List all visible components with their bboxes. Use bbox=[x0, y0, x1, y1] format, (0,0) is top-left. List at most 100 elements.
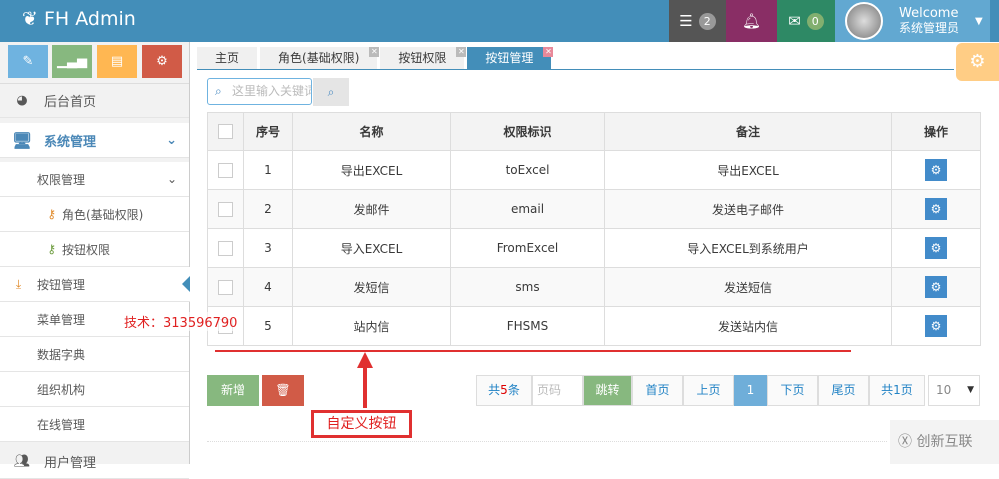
search-icon: ⌕ bbox=[215, 84, 222, 98]
cell-no: 5 bbox=[243, 306, 293, 346]
edit-gear-button[interactable]: ⚙ bbox=[925, 159, 947, 181]
cell-no: 2 bbox=[243, 189, 293, 229]
page-number-input[interactable]: 页码 bbox=[532, 375, 583, 406]
user-menu[interactable]: Welcome 系统管理员 ▼ bbox=[835, 0, 990, 42]
close-icon[interactable]: ✕ bbox=[369, 47, 380, 57]
cell-name: 导出EXCEL bbox=[292, 150, 451, 190]
edit-gear-button[interactable]: ⚙ bbox=[925, 237, 947, 259]
delete-button[interactable]: 🗑︎ bbox=[262, 375, 304, 406]
row-checkbox[interactable] bbox=[218, 240, 233, 256]
sidebar-item-button-permissions[interactable]: ⚷ 按钮权限 bbox=[0, 232, 189, 267]
cell-name: 发短信 bbox=[292, 267, 451, 307]
notifications-button[interactable]: 🔔︎ bbox=[726, 0, 777, 42]
tab-button-management[interactable]: 按钮管理 ✕ bbox=[467, 47, 554, 69]
cell-no: 4 bbox=[243, 267, 293, 307]
chevron-down-icon: ⌄ bbox=[166, 172, 177, 186]
shortcut-book-button[interactable]: ▤ bbox=[97, 45, 137, 78]
table-row: 3 导入EXCEL FromExcel 导入EXCEL到系统用户 ⚙ bbox=[207, 228, 981, 268]
divider bbox=[207, 441, 887, 442]
cell-name: 发邮件 bbox=[292, 189, 451, 229]
annotation-tech: 技术：313596790 bbox=[124, 312, 238, 331]
total-records: 共5条 bbox=[476, 375, 532, 406]
edit-gear-button[interactable]: ⚙ bbox=[925, 198, 947, 220]
shortcut-pencil-button[interactable]: ✎ bbox=[8, 45, 48, 78]
cell-code: toExcel bbox=[450, 150, 605, 190]
add-button[interactable]: 新增 bbox=[207, 375, 259, 406]
table-header: 序号 名称 权限标识 备注 操作 bbox=[207, 112, 981, 151]
cell-no: 1 bbox=[243, 150, 293, 190]
caret-down-icon: ▼ bbox=[975, 15, 983, 27]
gear-icon: ⚙ bbox=[969, 51, 986, 72]
buttons-table: 序号 名称 权限标识 备注 操作 1 导出EXCEL toExcel 导出EXC… bbox=[207, 112, 981, 346]
tab-divider bbox=[197, 69, 954, 70]
tab-button-permissions[interactable]: 按钮权限 ✕ bbox=[380, 47, 467, 69]
shortcut-signal-button[interactable]: ▁▃▅ bbox=[52, 45, 92, 78]
users-icon: 👥︎ bbox=[13, 453, 31, 469]
annotation-arrowhead bbox=[357, 352, 373, 368]
select-all-checkbox[interactable] bbox=[218, 124, 233, 139]
prev-page-button[interactable]: 上页 bbox=[683, 375, 734, 406]
first-page-button[interactable]: 首页 bbox=[632, 375, 683, 406]
key-icon: ⚷ bbox=[47, 242, 56, 256]
annotation-arrow bbox=[363, 366, 367, 408]
brand[interactable]: ❦ FH Admin bbox=[22, 8, 136, 30]
row-checkbox[interactable] bbox=[218, 279, 233, 295]
sidebar-item-button-management[interactable]: ⤓ 按钮管理 bbox=[0, 267, 190, 302]
cell-note: 发送短信 bbox=[604, 267, 892, 307]
avatar bbox=[845, 2, 883, 40]
caret-down-icon: ▼ bbox=[967, 385, 974, 395]
row-checkbox[interactable] bbox=[218, 201, 233, 217]
search-button[interactable]: ⌕ bbox=[313, 78, 349, 106]
sidebar-item-home[interactable]: ◕ 后台首页 bbox=[0, 83, 189, 118]
sidebar-item-permissions[interactable]: 权限管理 ⌄ bbox=[0, 162, 189, 197]
key-icon: ⚷ bbox=[47, 207, 56, 221]
pencil-icon: ✎ bbox=[22, 54, 34, 69]
sidebar-item-organization[interactable]: 组织机构 bbox=[0, 372, 189, 407]
book-icon: ▤ bbox=[110, 54, 124, 69]
cell-code: email bbox=[450, 189, 605, 229]
cell-name: 站内信 bbox=[292, 306, 451, 346]
tab-bar: 主页 角色(基础权限) ✕ 按钮权限 ✕ 按钮管理 ✕ bbox=[197, 47, 554, 69]
shortcut-cogs-button[interactable]: ⚙ bbox=[142, 45, 182, 78]
search-input[interactable]: ⌕ 这里输入关键词 bbox=[207, 78, 312, 105]
edit-gear-button[interactable]: ⚙ bbox=[925, 276, 947, 298]
download-icon: ⤓ bbox=[15, 276, 22, 291]
leaf-icon: ❦ bbox=[22, 8, 38, 30]
cell-name: 导入EXCEL bbox=[292, 228, 451, 268]
sidebar-item-users[interactable]: 👥︎ 用户管理 bbox=[0, 444, 189, 479]
dashboard-icon: ◕ bbox=[16, 93, 28, 108]
last-page-button[interactable]: 尾页 bbox=[818, 375, 869, 406]
cell-note: 导出EXCEL bbox=[604, 150, 892, 190]
messages-button[interactable]: ✉ 0 bbox=[777, 0, 835, 42]
sidebar-item-dictionary[interactable]: 数据字典 bbox=[0, 337, 189, 372]
total-pages: 共1页 bbox=[869, 375, 925, 406]
cell-note: 发送电子邮件 bbox=[604, 189, 892, 229]
current-page[interactable]: 1 bbox=[734, 375, 767, 406]
envelope-icon: ✉ bbox=[788, 12, 801, 30]
settings-button[interactable]: ⚙ bbox=[956, 43, 999, 81]
cell-no: 3 bbox=[243, 228, 293, 268]
page-size-select[interactable]: 10 ▼ bbox=[928, 375, 980, 406]
tasks-icon: ☰ bbox=[679, 12, 693, 30]
close-icon[interactable]: ✕ bbox=[456, 47, 467, 57]
annotation-custom-button: 自定义按钮 bbox=[311, 410, 412, 438]
edit-gear-button[interactable]: ⚙ bbox=[925, 315, 947, 337]
chevron-down-icon: ⌄ bbox=[166, 132, 177, 148]
watermark: Ⓧ 创新互联 bbox=[890, 420, 999, 464]
tasks-button[interactable]: ☰ 2 bbox=[669, 0, 726, 42]
table-row: 1 导出EXCEL toExcel 导出EXCEL ⚙ bbox=[207, 150, 981, 190]
desktop-icon: 🖥︎ bbox=[11, 130, 33, 150]
tab-roles[interactable]: 角色(基础权限) ✕ bbox=[260, 47, 380, 69]
cogs-icon: ⚙ bbox=[156, 54, 168, 69]
sidebar-item-online[interactable]: 在线管理 bbox=[0, 407, 189, 442]
annotation-underline bbox=[215, 350, 851, 352]
table-row: 5 站内信 FHSMS 发送站内信 ⚙ bbox=[207, 306, 981, 346]
close-icon[interactable]: ✕ bbox=[543, 47, 554, 57]
jump-button[interactable]: 跳转 bbox=[583, 375, 632, 406]
row-checkbox[interactable] bbox=[218, 162, 233, 178]
tab-home[interactable]: 主页 bbox=[197, 47, 258, 69]
sidebar-item-roles[interactable]: ⚷ 角色(基础权限) bbox=[0, 197, 189, 232]
next-page-button[interactable]: 下页 bbox=[767, 375, 818, 406]
cell-code: FHSMS bbox=[450, 306, 605, 346]
sidebar-item-system[interactable]: 🖥︎ 系统管理 ⌄ bbox=[0, 123, 189, 158]
